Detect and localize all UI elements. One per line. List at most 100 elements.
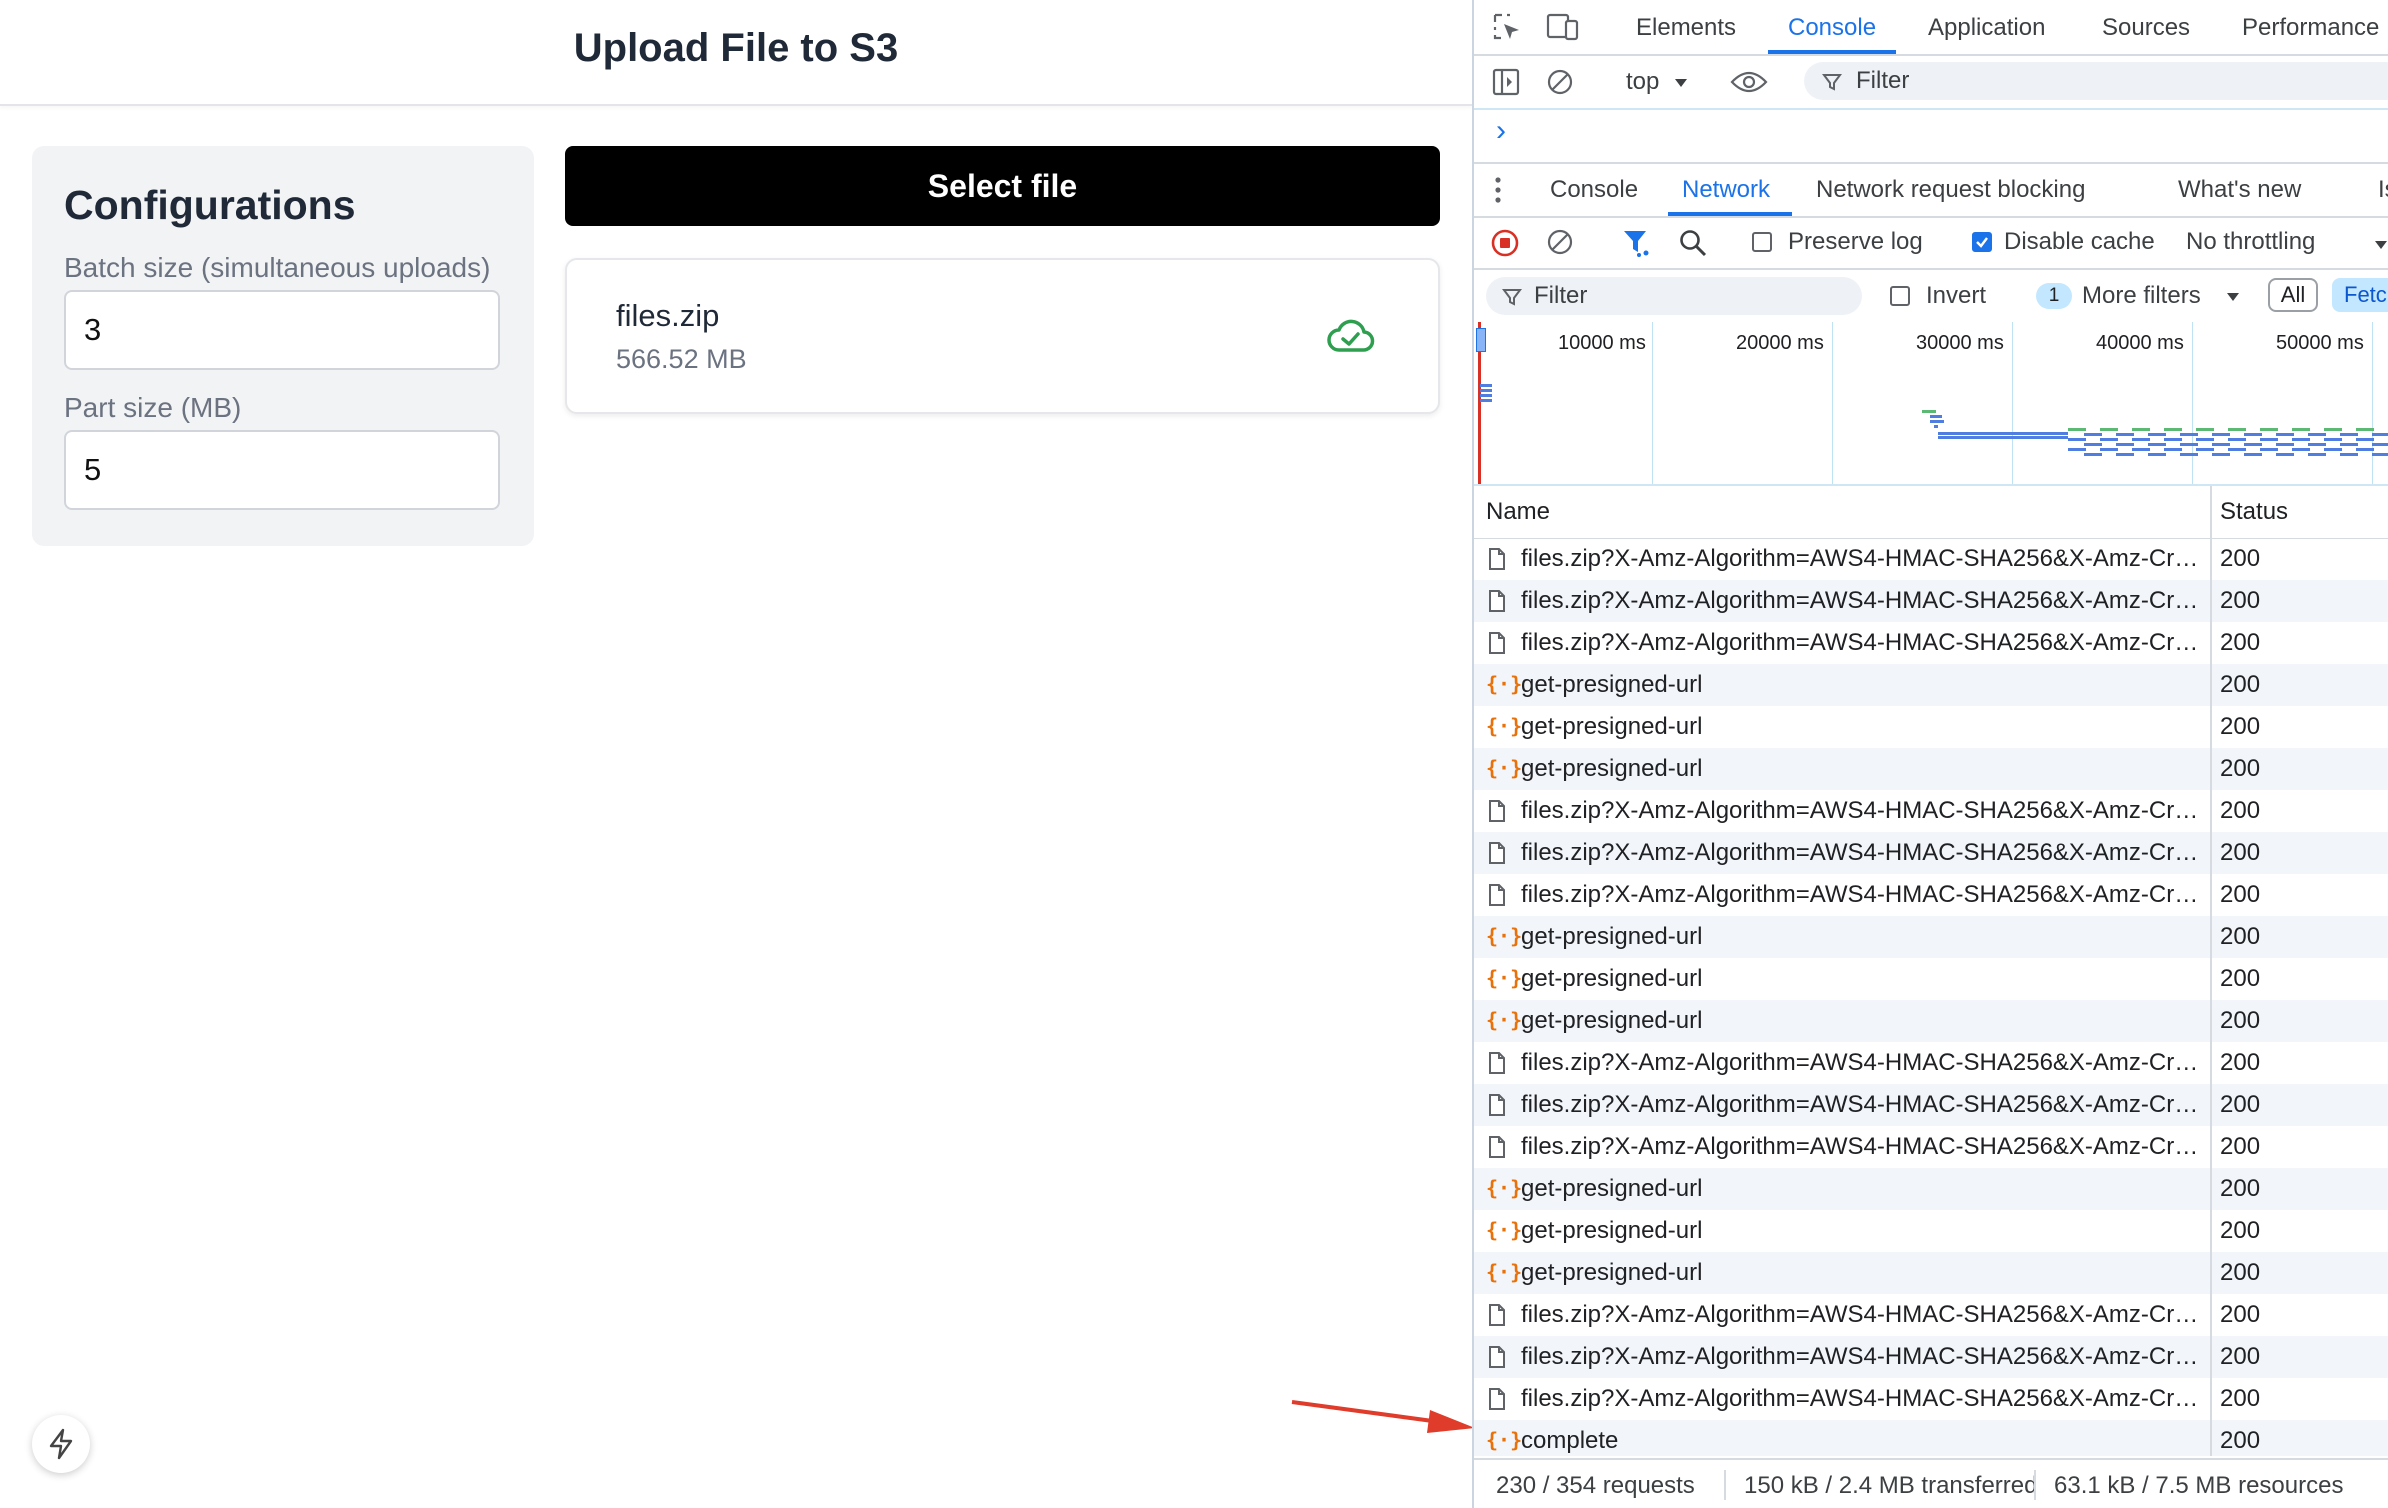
network-request-row[interactable]: files.zip?X-Amz-Algorithm=AWS4-HMAC-SHA2… xyxy=(1474,1042,2388,1084)
request-status: 200 xyxy=(2220,1175,2261,1202)
network-filter-icon[interactable] xyxy=(1622,228,1652,258)
clear-console-icon[interactable] xyxy=(1546,68,1574,96)
sidebar-toggle-icon[interactable] xyxy=(1492,68,1520,96)
network-request-list: files.zip?X-Amz-Algorithm=AWS4-HMAC-SHA2… xyxy=(1474,538,2388,1456)
drawer-tab-overflow[interactable]: Is xyxy=(2378,176,2388,204)
network-request-row[interactable]: {·} get-presigned-url 200 xyxy=(1474,1000,2388,1042)
batch-size-input[interactable]: 3 xyxy=(64,290,500,370)
column-header-name[interactable]: Name xyxy=(1486,498,1550,526)
type-filter-all[interactable]: All xyxy=(2268,278,2318,312)
timeline-request-bar xyxy=(2372,453,2388,456)
timeline-request-bar xyxy=(2292,438,2310,441)
network-request-row[interactable]: files.zip?X-Amz-Algorithm=AWS4-HMAC-SHA2… xyxy=(1474,790,2388,832)
network-request-row[interactable]: files.zip?X-Amz-Algorithm=AWS4-HMAC-SHA2… xyxy=(1474,580,2388,622)
more-filters-button[interactable]: More filters xyxy=(2082,282,2201,310)
network-request-row[interactable]: {·} get-presigned-url 200 xyxy=(1474,1168,2388,1210)
disable-cache-label: Disable cache xyxy=(2004,228,2155,255)
network-request-row[interactable]: {·} get-presigned-url 200 xyxy=(1474,1252,2388,1294)
drawer-tab-network[interactable]: Network xyxy=(1682,176,1770,204)
network-request-row[interactable]: {·} get-presigned-url 200 xyxy=(1474,958,2388,1000)
request-name: get-presigned-url xyxy=(1521,1217,1703,1244)
timeline-request-bar xyxy=(2340,433,2358,436)
tab-console[interactable]: Console xyxy=(1788,14,1876,42)
console-prompt[interactable]: › xyxy=(1474,110,2388,160)
network-timeline-overview[interactable]: 10000 ms 20000 ms 30000 ms 40000 ms 5000… xyxy=(1474,322,2388,486)
devtools-panel: Elements Console Application Sources Per… xyxy=(1472,0,2388,1508)
timeline-request-bar xyxy=(2100,438,2118,441)
network-request-row[interactable]: {·} get-presigned-url 200 xyxy=(1474,1210,2388,1252)
fetch-xhr-icon: {·} xyxy=(1486,714,1523,738)
network-toolbar: Preserve log Disable cache No throttling xyxy=(1474,216,2388,270)
search-icon[interactable] xyxy=(1678,228,1708,258)
network-request-row[interactable]: files.zip?X-Amz-Algorithm=AWS4-HMAC-SHA2… xyxy=(1474,1084,2388,1126)
type-filter-fetch[interactable]: Fetc xyxy=(2332,278,2388,312)
preserve-log-checkbox[interactable] xyxy=(1752,232,1772,252)
network-request-row[interactable]: files.zip?X-Amz-Algorithm=AWS4-HMAC-SHA2… xyxy=(1474,874,2388,916)
disable-cache-checkbox[interactable] xyxy=(1972,232,1992,252)
status-divider xyxy=(1724,1470,1726,1500)
record-stop-icon[interactable] xyxy=(1490,228,1520,258)
column-header-status[interactable]: Status xyxy=(2220,498,2288,526)
request-name: complete xyxy=(1521,1427,1619,1454)
select-file-button[interactable]: Select file xyxy=(565,146,1440,226)
network-request-row[interactable]: files.zip?X-Amz-Algorithm=AWS4-HMAC-SHA2… xyxy=(1474,832,2388,874)
timeline-request-bar xyxy=(2324,448,2342,451)
timeline-request-bar xyxy=(1480,394,1492,397)
request-name: get-presigned-url xyxy=(1521,965,1703,992)
page-title: Upload File to S3 xyxy=(573,26,899,70)
device-toolbar-icon[interactable] xyxy=(1546,12,1580,42)
document-icon xyxy=(1489,590,1505,612)
timeline-request-bar xyxy=(2372,443,2388,446)
drawer-tabs: Console Network Network request blocking… xyxy=(1474,162,2388,218)
console-filter-input[interactable]: Filter xyxy=(1804,62,2388,100)
timeline-request-bar xyxy=(2276,433,2294,436)
network-table-header: Name Status xyxy=(1474,486,2388,539)
column-divider[interactable] xyxy=(2210,486,2212,538)
tab-elements[interactable]: Elements xyxy=(1636,14,1736,42)
timeline-request-bar xyxy=(1938,432,2068,435)
network-request-row[interactable]: {·} get-presigned-url 200 xyxy=(1474,916,2388,958)
more-filters-count-badge: 1 xyxy=(2036,283,2072,309)
network-request-row[interactable]: files.zip?X-Amz-Algorithm=AWS4-HMAC-SHA2… xyxy=(1474,538,2388,580)
part-size-input[interactable]: 5 xyxy=(64,430,500,510)
network-request-row[interactable]: files.zip?X-Amz-Algorithm=AWS4-HMAC-SHA2… xyxy=(1474,1336,2388,1378)
tab-performance[interactable]: Performance xyxy=(2242,14,2379,42)
inspect-element-icon[interactable] xyxy=(1492,12,1522,42)
request-status: 200 xyxy=(2220,1217,2261,1244)
batch-size-label: Batch size (simultaneous uploads) xyxy=(64,252,491,283)
network-filter-input[interactable]: Filter xyxy=(1486,277,1862,315)
network-request-row[interactable]: files.zip?X-Amz-Algorithm=AWS4-HMAC-SHA2… xyxy=(1474,1294,2388,1336)
timeline-request-bar xyxy=(1480,389,1492,392)
network-request-row[interactable]: {·} get-presigned-url 200 xyxy=(1474,664,2388,706)
tab-application[interactable]: Application xyxy=(1928,14,2045,42)
file-size: 566.52 MB xyxy=(616,344,747,374)
network-request-row[interactable]: files.zip?X-Amz-Algorithm=AWS4-HMAC-SHA2… xyxy=(1474,1378,2388,1420)
network-request-row[interactable]: {·} get-presigned-url 200 xyxy=(1474,748,2388,790)
network-request-row[interactable]: {·} complete 200 xyxy=(1474,1420,2388,1456)
dev-tools-button[interactable] xyxy=(32,1415,90,1473)
invert-checkbox[interactable] xyxy=(1890,286,1910,306)
network-request-row[interactable]: {·} get-presigned-url 200 xyxy=(1474,706,2388,748)
context-selector[interactable]: top xyxy=(1626,68,1659,96)
clear-network-icon[interactable] xyxy=(1546,228,1574,256)
configurations-panel: Configurations Batch size (simultaneous … xyxy=(32,146,534,546)
timeline-request-bar xyxy=(2356,438,2374,441)
network-request-row[interactable]: files.zip?X-Amz-Algorithm=AWS4-HMAC-SHA2… xyxy=(1474,1126,2388,1168)
document-icon xyxy=(1489,842,1505,864)
fetch-xhr-icon: {·} xyxy=(1486,1218,1523,1242)
request-name: files.zip?X-Amz-Algorithm=AWS4-HMAC-SHA2… xyxy=(1521,1301,2206,1328)
drawer-tab-console[interactable]: Console xyxy=(1550,176,1638,204)
tab-sources[interactable]: Sources xyxy=(2102,14,2190,42)
timeline-request-bar xyxy=(2180,443,2198,446)
more-options-icon[interactable] xyxy=(1494,176,1502,204)
timeline-request-bar xyxy=(2164,438,2182,441)
drawer-tab-whats-new[interactable]: What's new xyxy=(2178,176,2301,204)
timeline-request-bar xyxy=(2100,448,2118,451)
drawer-tab-request-blocking[interactable]: Network request blocking xyxy=(1816,176,2085,204)
throttling-select[interactable]: No throttling xyxy=(2186,228,2315,256)
file-card: files.zip 566.52 MB xyxy=(565,258,1440,414)
eye-icon[interactable] xyxy=(1730,70,1768,94)
document-icon xyxy=(1489,800,1505,822)
fetch-xhr-icon: {·} xyxy=(1486,1176,1523,1200)
network-request-row[interactable]: files.zip?X-Amz-Algorithm=AWS4-HMAC-SHA2… xyxy=(1474,622,2388,664)
